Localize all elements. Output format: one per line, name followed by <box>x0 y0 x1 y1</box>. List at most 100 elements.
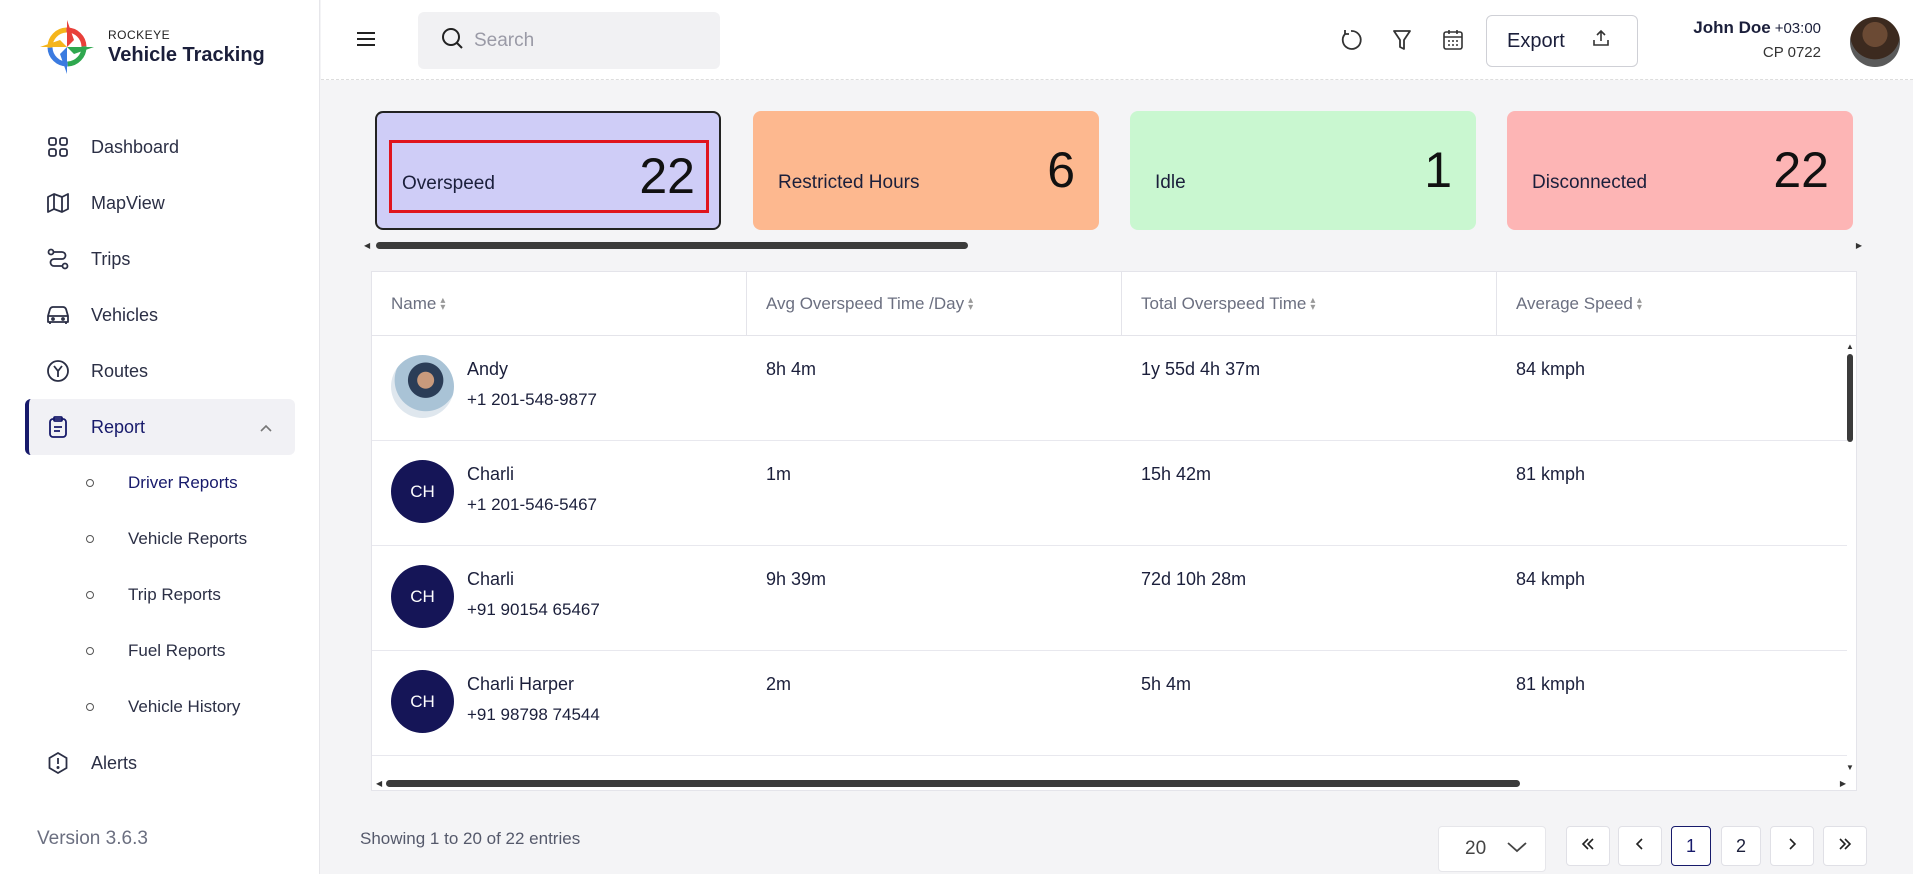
user-info[interactable]: John Doe +03:00 CP 0722 <box>1641 18 1821 61</box>
card-value: 22 <box>639 148 695 204</box>
user-code: CP 0722 <box>1762 44 1821 61</box>
scroll-right-arrow-icon[interactable]: ▶ <box>1856 241 1862 250</box>
submenu-item-driver-reports[interactable]: Driver Reports <box>61 455 295 511</box>
alert-circle-icon <box>45 750 71 776</box>
column-header-avg-overspeed[interactable]: Avg Overspeed Time /Day ▴ ▾ <box>747 272 1122 336</box>
sidebar-item-trips[interactable]: Trips <box>25 231 295 287</box>
search-box[interactable] <box>418 12 720 69</box>
submenu-item-trip-reports[interactable]: Trip Reports <box>61 567 295 623</box>
column-header-total-overspeed[interactable]: Total Overspeed Time ▴ ▾ <box>1122 272 1497 336</box>
driver-phone: +91 90154 65467 <box>467 600 600 619</box>
double-chevron-left-icon <box>1580 836 1596 857</box>
card-value: 22 <box>1773 142 1829 198</box>
submenu-item-vehicle-history[interactable]: Vehicle History <box>61 679 295 735</box>
card-restricted-hours[interactable]: Restricted Hours 6 <box>753 111 1099 230</box>
sort-icon[interactable]: ▴ ▾ <box>1637 296 1642 313</box>
submenu-label: Trip Reports <box>128 585 221 604</box>
column-label: Average Speed <box>1516 294 1633 313</box>
map-icon <box>45 190 71 216</box>
page-button-2[interactable]: 2 <box>1721 826 1761 866</box>
driver-name: Charli Harper <box>467 674 575 694</box>
driver-name: Charli <box>467 569 515 589</box>
driver-name: Andy <box>467 359 509 379</box>
driver-phone: +1 201-548-9877 <box>467 390 597 409</box>
chevron-right-icon <box>1784 836 1800 857</box>
page-button-1[interactable]: 1 <box>1671 826 1711 866</box>
avg-overspeed-cell: 2m <box>766 674 792 694</box>
search-input[interactable] <box>474 29 704 52</box>
card-idle[interactable]: Idle 1 <box>1130 111 1476 230</box>
hamburger-menu-icon[interactable] <box>355 28 377 55</box>
sidebar-item-report[interactable]: Report <box>25 399 295 455</box>
table-row[interactable]: CH Charli Harper +91 98798 74544 2m 5h 4… <box>372 651 1847 756</box>
refresh-icon[interactable] <box>1337 26 1365 54</box>
column-header-name[interactable]: Name ▴ ▾ <box>372 272 747 336</box>
column-label: Avg Overspeed Time /Day <box>766 294 965 313</box>
sidebar-nav: Dashboard MapView Trips Vehicles Routes <box>25 119 295 791</box>
average-speed-cell: 81 kmph <box>1516 674 1586 694</box>
cards-scrollbar[interactable]: ◀ ▶ <box>362 240 1862 250</box>
export-button[interactable]: Export <box>1486 15 1638 67</box>
filter-icon[interactable] <box>1388 26 1416 54</box>
card-label: Overspeed <box>402 173 495 194</box>
user-avatar[interactable] <box>1850 17 1900 67</box>
clipboard-icon <box>45 414 71 440</box>
scrollbar-thumb[interactable] <box>376 242 968 249</box>
scroll-left-arrow-icon[interactable]: ◀ <box>376 779 382 788</box>
scroll-right-arrow-icon[interactable]: ▶ <box>1840 779 1846 788</box>
sidebar-item-label: Vehicles <box>91 304 159 325</box>
scroll-up-arrow-icon[interactable]: ▲ <box>1846 342 1854 351</box>
table-row[interactable]: CH Charli +91 90154 65467 9h 39m 72d 10h… <box>372 546 1847 651</box>
sort-icon[interactable]: ▴ ▾ <box>1310 296 1315 313</box>
sidebar-item-vehicles[interactable]: Vehicles <box>25 287 295 343</box>
calendar-icon[interactable] <box>1439 26 1467 54</box>
table-row[interactable]: CH Charli +1 201-546-5467 1m 15h 42m 81 … <box>372 441 1847 546</box>
driver-phone: +91 98798 74544 <box>467 705 600 724</box>
total-overspeed-cell: 72d 10h 28m <box>1141 569 1247 589</box>
sidebar-item-dashboard[interactable]: Dashboard <box>25 119 295 175</box>
card-label: Disconnected <box>1532 172 1648 193</box>
submenu-label: Vehicle Reports <box>128 529 248 548</box>
chevron-down-icon <box>1506 838 1528 860</box>
last-page-button[interactable] <box>1823 826 1867 866</box>
sort-icon[interactable]: ▴ ▾ <box>440 296 445 313</box>
stat-cards: Overspeed 22 Restricted Hours 6 Idle 1 D… <box>375 111 1853 231</box>
upload-icon <box>1591 28 1611 54</box>
submenu-item-vehicle-reports[interactable]: Vehicle Reports <box>61 511 295 567</box>
routes-icon <box>45 358 71 384</box>
card-disconnected[interactable]: Disconnected 22 <box>1507 111 1853 230</box>
bullet-icon <box>86 535 94 543</box>
table-vertical-scrollbar[interactable]: ▲ ▼ <box>1846 342 1854 772</box>
bullet-icon <box>86 647 94 655</box>
first-page-button[interactable] <box>1566 826 1610 866</box>
table-horizontal-scrollbar[interactable]: ◀ ▶ <box>376 778 1846 788</box>
average-speed-cell: 84 kmph <box>1516 569 1586 589</box>
card-overspeed[interactable]: Overspeed 22 <box>375 111 721 230</box>
sidebar-item-label: Alerts <box>91 752 138 773</box>
scrollbar-thumb[interactable] <box>386 780 1520 787</box>
scrollbar-thumb[interactable] <box>1847 354 1853 442</box>
previous-page-button[interactable] <box>1618 826 1662 866</box>
table-header: Name ▴ ▾ Avg Overspeed Time /Day ▴ ▾ Total… <box>372 272 1856 336</box>
submenu-label: Driver Reports <box>128 473 238 492</box>
column-label: Total Overspeed Time <box>1141 294 1307 313</box>
app-logo[interactable]: ROCKEYE Vehicle Tracking <box>36 16 265 78</box>
driver-avatar: CH <box>391 565 454 628</box>
avg-overspeed-cell: 1m <box>766 464 792 484</box>
sidebar-item-routes[interactable]: Routes <box>25 343 295 399</box>
sidebar-item-alerts[interactable]: Alerts <box>25 735 295 791</box>
next-page-button[interactable] <box>1770 826 1814 866</box>
page-size-select[interactable]: 20 <box>1438 826 1546 872</box>
scroll-down-arrow-icon[interactable]: ▼ <box>1846 763 1854 772</box>
submenu-item-fuel-reports[interactable]: Fuel Reports <box>61 623 295 679</box>
sidebar-item-label: Report <box>91 416 146 437</box>
chevron-up-icon[interactable] <box>259 419 273 440</box>
sort-icon[interactable]: ▴ ▾ <box>968 296 973 313</box>
column-header-average-speed[interactable]: Average Speed ▴ ▾ <box>1497 272 1856 336</box>
table-row[interactable]: Andy +1 201-548-9877 8h 4m 1y 55d 4h 37m… <box>372 336 1847 441</box>
scroll-left-arrow-icon[interactable]: ◀ <box>364 241 370 250</box>
sidebar-item-mapview[interactable]: MapView <box>25 175 295 231</box>
page-size-value: 20 <box>1465 838 1487 859</box>
card-value: 6 <box>1047 142 1075 198</box>
app-name: Vehicle Tracking <box>108 43 265 66</box>
